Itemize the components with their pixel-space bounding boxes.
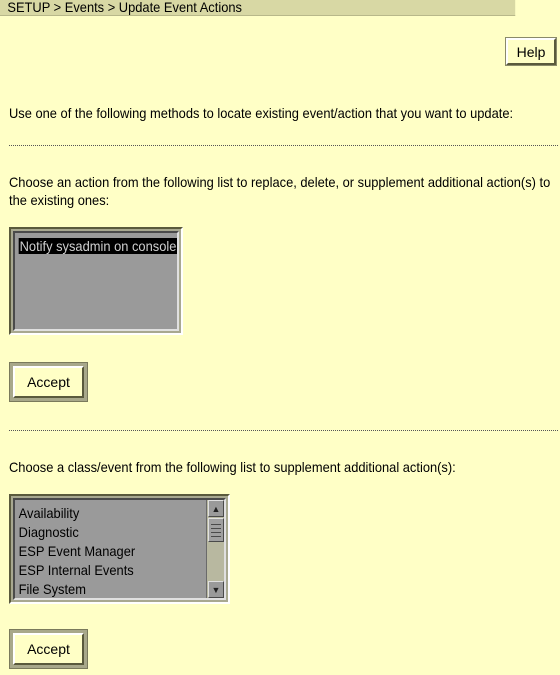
list-item-label: ESP Internal Events <box>18 562 134 578</box>
class-listbox[interactable]: Availability Diagnostic ESP Event Manager E… <box>13 498 226 600</box>
list-item-label: Availability <box>18 505 80 521</box>
list-item[interactable]: Notify sysadmin on console <box>15 237 177 256</box>
class-listbox-frame: Availability Diagnostic ESP Event Manager E… <box>9 494 230 604</box>
list-item[interactable]: ESP Event Manager <box>15 542 190 561</box>
list-item[interactable]: Availability <box>15 504 190 523</box>
class-list-scrollbar[interactable]: ▲ ▼ <box>206 500 224 598</box>
separator <box>9 430 558 431</box>
class-accept-button-frame: Accept <box>9 629 88 669</box>
help-button-label: Help <box>516 43 546 60</box>
scroll-up-icon[interactable]: ▲ <box>208 500 224 517</box>
class-accept-label: Accept <box>27 641 70 657</box>
action-instruction: Choose an action from the following list… <box>9 174 551 208</box>
action-list-items: Notify sysadmin on console <box>15 233 177 256</box>
help-button[interactable]: Help <box>505 37 557 66</box>
scroll-down-icon[interactable]: ▼ <box>208 581 224 598</box>
list-item-label: File System <box>18 581 86 597</box>
breadcrumb: SETUP > Events > Update Event Actions <box>0 0 516 16</box>
list-item[interactable]: Diagnostic <box>15 523 190 542</box>
list-item-label: Diagnostic <box>18 524 79 540</box>
list-item-label: Notify sysadmin on console <box>18 238 177 254</box>
action-accept-button-frame: Accept <box>9 362 88 402</box>
action-listbox[interactable]: Notify sysadmin on console <box>13 231 179 331</box>
list-item[interactable]: ESP Internal Events <box>15 561 190 580</box>
action-listbox-frame: Notify sysadmin on console <box>9 227 183 335</box>
action-accept-button[interactable]: Accept <box>13 366 84 398</box>
intro-text: Use one of the following methods to loca… <box>9 105 514 121</box>
class-list-items: Availability Diagnostic ESP Event Manager E… <box>15 500 205 598</box>
class-instruction: Choose a class/event from the following … <box>9 459 456 475</box>
list-item[interactable]: File System <box>15 580 190 598</box>
action-accept-label: Accept <box>27 374 70 390</box>
scroll-thumb[interactable] <box>208 518 224 542</box>
list-item-label: ESP Event Manager <box>18 543 136 559</box>
separator <box>9 145 558 146</box>
class-accept-button[interactable]: Accept <box>13 633 84 665</box>
